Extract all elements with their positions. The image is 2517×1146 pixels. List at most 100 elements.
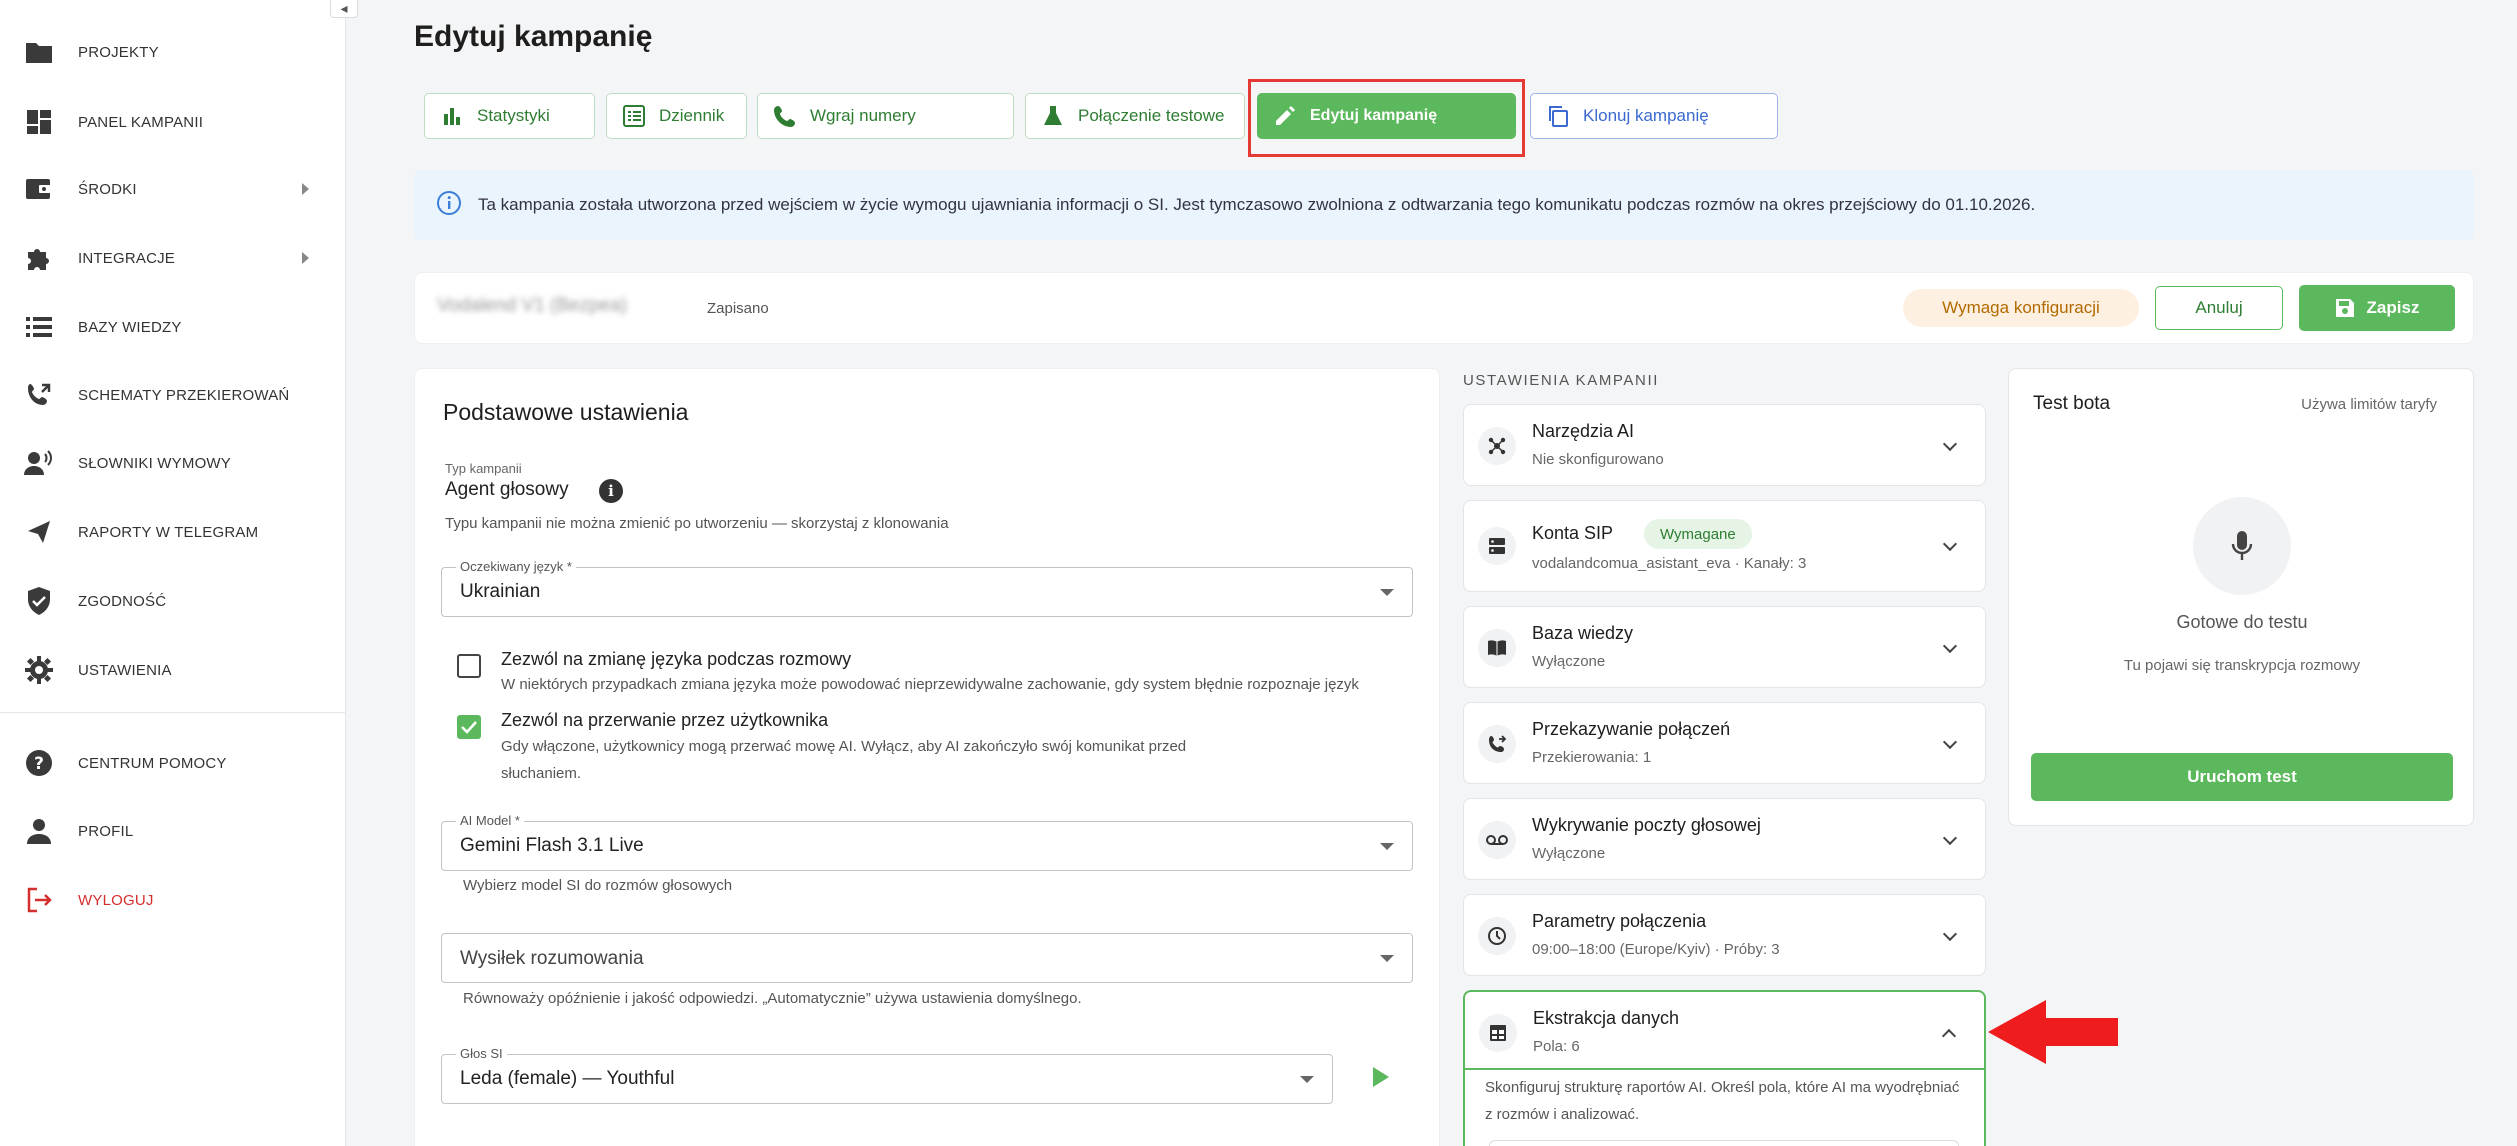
status-badge: Wymaga konfiguracji (1903, 289, 2139, 327)
tab-klonuj-kampanie[interactable]: Klonuj kampanię (1530, 93, 1778, 139)
chevron-right-icon (302, 252, 309, 264)
wallet-icon (24, 174, 54, 204)
shield-check-icon (24, 586, 54, 616)
dropdown-arrow-icon (1380, 955, 1394, 962)
server-icon (1478, 527, 1516, 565)
sidebar-collapse-button[interactable]: ◂ (330, 0, 358, 18)
folder-icon (24, 37, 54, 67)
campaign-name[interactable]: Vodalend V1 (Bezpea) (437, 295, 627, 317)
cancel-button[interactable]: Anuluj (2155, 286, 2283, 330)
chevron-down-icon (1942, 436, 1958, 452)
chevron-up-icon (1941, 1028, 1957, 1044)
accordion-subtitle: Wyłączone (1532, 845, 1606, 862)
sidebar-item-centrum-pomocy[interactable]: ? CENTRUM POMOCY (0, 740, 346, 786)
reasoning-effort-select[interactable]: Wysiłek rozumowania (441, 933, 1413, 983)
floppy-disk-icon (2335, 298, 2355, 318)
accordion-data-extraction[interactable]: Ekstrakcja danych Pola: 6 (1463, 990, 1986, 1070)
ai-model-select-value: Gemini Flash 3.1 Live (460, 835, 644, 856)
data-extraction-field[interactable] (1489, 1140, 1959, 1146)
sidebar-item-label: USTAWIENIA (78, 661, 172, 679)
sidebar-item-label: BAZY WIEDZY (78, 318, 182, 336)
campaign-settings-caption: USTAWIENIA KAMPANII (1463, 372, 1659, 389)
dropdown-arrow-icon (1300, 1076, 1314, 1083)
sidebar-item-wyloguj[interactable]: WYLOGUJ (0, 877, 346, 923)
dashboard-icon (24, 107, 54, 137)
tab-label: Klonuj kampanię (1583, 106, 1709, 125)
book-icon (1478, 629, 1516, 667)
call-transfer-icon (24, 380, 54, 410)
gear-icon (24, 655, 54, 685)
accordion-subtitle: Przekierowania: 1 (1532, 749, 1652, 766)
basic-settings-heading: Podstawowe ustawienia (443, 399, 689, 425)
allow-language-change-desc: W niektórych przypadkach zmiana języka m… (501, 676, 1359, 693)
info-icon[interactable]: i (599, 479, 623, 503)
sidebar-item-label: CENTRUM POMOCY (78, 754, 227, 772)
ai-model-select[interactable]: AI Model * Gemini Flash 3.1 Live (441, 813, 1413, 871)
tab-statystyki[interactable]: Statystyki (424, 93, 595, 139)
test-bot-title: Test bota (2033, 393, 2111, 414)
sidebar: PROJEKTY PANEL KAMPANII ŚRODKI INTEGRACJ… (0, 0, 346, 1146)
save-button[interactable]: Zapisz (2299, 285, 2455, 331)
sidebar-item-ustawienia[interactable]: USTAWIENIA (0, 647, 346, 693)
accordion-call-parameters[interactable]: Parametry połączenia 09:00–18:00 (Europe… (1463, 894, 1986, 976)
required-badge: Wymagane (1644, 519, 1752, 549)
accordion-knowledge-base[interactable]: Baza wiedzy Wyłączone (1463, 606, 1986, 688)
accordion-ai-tools[interactable]: Narzędzia AI Nie skonfigurowano (1463, 404, 1986, 486)
microphone-button[interactable] (2193, 497, 2291, 595)
list-icon (24, 312, 54, 342)
dropdown-arrow-icon (1380, 589, 1394, 596)
dropdown-arrow-icon (1380, 843, 1394, 850)
sidebar-item-schematy-przekierowan[interactable]: SCHEMATY PRZEKIEROWAŃ (0, 372, 346, 418)
allow-language-change-title: Zezwól na zmianę języka podczas rozmowy (501, 649, 852, 669)
chevron-down-icon (1942, 926, 1958, 942)
chevron-right-icon (302, 183, 309, 195)
saved-status: Zapisano (707, 300, 769, 317)
accordion-title: Przekazywanie połączeń (1532, 719, 1731, 739)
sidebar-item-panel-kampanii[interactable]: PANEL KAMPANII (0, 99, 346, 145)
sidebar-item-zgodnosc[interactable]: ZGODNOŚĆ (0, 578, 346, 624)
language-select[interactable]: Oczekiwany język * Ukrainian (441, 559, 1413, 617)
test-bot-card: Test bota Używa limitów taryfy Gotowe do… (2008, 368, 2474, 826)
sidebar-item-projekty[interactable]: PROJEKTY (0, 29, 346, 75)
sidebar-item-label: RAPORTY W TELEGRAM (78, 523, 259, 541)
copy-icon (1547, 105, 1569, 127)
accordion-voicemail-detection[interactable]: Wykrywanie poczty głosowej Wyłączone (1463, 798, 1986, 880)
tab-dziennik[interactable]: Dziennik (606, 93, 747, 139)
accordion-sip-accounts[interactable]: Konta SIP Wymagane vodalandcomua_asistan… (1463, 500, 1986, 592)
accordion-call-forwarding[interactable]: Przekazywanie połączeń Przekierowania: 1 (1463, 702, 1986, 784)
chevron-down-icon (1942, 830, 1958, 846)
sidebar-divider (0, 712, 346, 713)
allow-interrupt-title: Zezwól na przerwanie przez użytkownika (501, 710, 829, 730)
red-arrow-annotation (1988, 1000, 2118, 1069)
sidebar-item-integracje[interactable]: INTEGRACJE (0, 235, 346, 281)
highlight-annotation (1248, 79, 1525, 157)
help-icon: ? (24, 748, 54, 778)
campaign-type-hint: Typu kampanii nie można zmienić po utwor… (445, 515, 949, 532)
allow-interrupt-checkbox[interactable] (457, 715, 481, 739)
tab-polaczenie-testowe[interactable]: Połączenie testowe (1025, 93, 1245, 139)
checkmark-icon (461, 721, 477, 734)
campaign-bar: Vodalend V1 (Bezpea) Zapisano Wymaga kon… (414, 272, 2474, 344)
accordion-subtitle: 09:00–18:00 (Europe/Kyiv) · Próby: 3 (1532, 941, 1780, 958)
sidebar-item-raporty-w-telegram[interactable]: RAPORTY W TELEGRAM (0, 509, 346, 555)
sidebar-item-label: WYLOGUJ (78, 891, 154, 909)
reasoning-effort-hint: Równoważy opóźnienie i jakość odpowiedzi… (463, 990, 1082, 1007)
phone-icon (774, 105, 796, 127)
sidebar-item-slowniki-wymowy[interactable]: SŁOWNIKI WYMOWY (0, 440, 346, 486)
allow-language-change-checkbox[interactable] (457, 654, 481, 678)
sidebar-item-profil[interactable]: PROFIL (0, 808, 346, 854)
sidebar-item-label: PROFIL (78, 822, 134, 840)
tab-label: Wgraj numery (810, 106, 916, 125)
data-extraction-panel: Skonfiguruj strukturę raportów AI. Okreś… (1463, 1070, 1986, 1146)
play-voice-icon[interactable] (1373, 1067, 1389, 1087)
chevron-down-icon (1942, 536, 1958, 552)
svg-text:?: ? (34, 754, 44, 774)
tab-wgraj-numery[interactable]: Wgraj numery (757, 93, 1014, 139)
ai-voice-select[interactable]: Głos SI Leda (female) — Youthful (441, 1046, 1333, 1104)
run-test-button[interactable]: Uruchom test (2031, 753, 2453, 801)
logout-icon (24, 885, 54, 915)
person-icon (24, 816, 54, 846)
bar-chart-icon (441, 105, 463, 127)
sidebar-item-srodki[interactable]: ŚRODKI (0, 166, 346, 212)
sidebar-item-bazy-wiedzy[interactable]: BAZY WIEDZY (0, 304, 346, 350)
